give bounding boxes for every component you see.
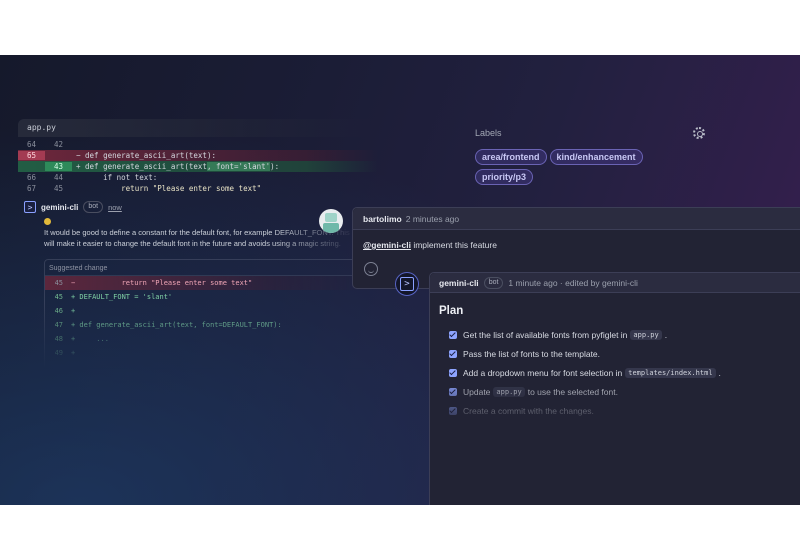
diff-lines: 64 42 65 − def generate_ascii_art(text):…	[18, 139, 378, 194]
new-line-number: 42	[53, 140, 64, 149]
task-text: Pass the list of fonts to the template.	[463, 348, 601, 359]
suggested-line: 47 + def generate_ascii_art(text, font=DE…	[45, 318, 374, 332]
line-number: 47	[54, 321, 63, 329]
line-number: 45	[54, 279, 63, 287]
changed-highlight: , font='slant'	[206, 162, 271, 171]
code-text: ):	[270, 162, 280, 171]
task-text: Get the list of available fonts from pyf…	[463, 329, 628, 340]
add-reaction-icon[interactable]	[364, 262, 378, 276]
old-line-number: 67	[26, 184, 37, 193]
checkbox-checked-icon[interactable]	[449, 368, 457, 377]
label-chip[interactable]: priority/p3	[475, 169, 534, 185]
plan-heading: Plan	[439, 305, 464, 317]
timestamp[interactable]: 2 minutes ago	[406, 214, 459, 224]
new-line-number: 43	[45, 162, 72, 171]
labels-panel: Labels area/frontend kind/enhancement pr…	[475, 125, 705, 185]
task-list: Get the list of available fonts from pyf…	[449, 325, 800, 420]
code: +	[71, 307, 76, 315]
task-item: Add a dropdown menu for font selection i…	[449, 363, 800, 382]
code: if not text:	[76, 173, 158, 182]
checkbox-checked-icon[interactable]	[449, 406, 457, 415]
comment-meta[interactable]: 1 minute ago · edited by gemini-cli	[508, 278, 637, 288]
suggested-line: 48 + ...	[45, 332, 374, 346]
checkbox-checked-icon[interactable]	[449, 387, 457, 396]
diff-line-deleted: 65 − def generate_ascii_art(text):	[18, 150, 378, 161]
task-text: to use the selected font.	[527, 386, 618, 397]
new-line-number: 44	[53, 173, 64, 182]
bot-badge: bot	[483, 276, 504, 289]
old-line-number: 65	[18, 151, 45, 160]
suggested-change-title: Suggested change	[45, 260, 374, 276]
inline-code: app.py	[630, 329, 662, 340]
comment-header: gemini-cli bot 1 minute ago · edited by …	[430, 273, 800, 293]
author-name[interactable]: gemini-cli	[439, 278, 479, 288]
hero-stage: app.py 64 42 65 − def generate_ascii_art…	[0, 55, 800, 505]
priority-emoji-icon	[44, 218, 51, 225]
inline-code: app.py	[493, 386, 525, 397]
code: + ...	[71, 335, 109, 343]
line-number: 48	[54, 335, 63, 343]
suggested-line: 46 +	[45, 304, 374, 318]
label-list: area/frontend kind/enhancement priority/…	[475, 149, 675, 185]
review-comment-text: It would be good to define a constant fo…	[44, 228, 350, 248]
checkbox-checked-icon[interactable]	[449, 330, 457, 339]
code: − def generate_ascii_art(text):	[72, 151, 216, 160]
author-name[interactable]: bartolimo	[363, 214, 402, 224]
diff-line-added: 43 + def generate_ascii_art(text, font='…	[18, 161, 378, 172]
line-number: 46	[54, 307, 63, 315]
label-chip[interactable]: area/frontend	[475, 149, 547, 165]
suggested-line: 45 + DEFAULT_FONT = 'slant'	[45, 290, 374, 304]
checkbox-checked-icon[interactable]	[449, 349, 457, 358]
task-item: Pass the list of fonts to the template.	[449, 344, 800, 363]
file-tab[interactable]: app.py	[18, 119, 378, 137]
mention-link[interactable]: @gemini-cli	[363, 240, 411, 250]
diff-panel: app.py 64 42 65 − def generate_ascii_art…	[18, 119, 378, 439]
line-number: 49	[54, 349, 63, 357]
old-line-number: 64	[26, 140, 37, 149]
code: − return "Please enter some text"	[71, 279, 253, 287]
terminal-prompt-icon: >	[400, 277, 414, 291]
code: +	[71, 349, 76, 357]
label-chip[interactable]: kind/enhancement	[549, 149, 643, 165]
old-line-number: 66	[26, 173, 37, 182]
gemini-cli-avatar[interactable]: >	[395, 272, 419, 296]
gemini-cli-avatar-icon[interactable]: >	[24, 201, 36, 213]
task-item: Get the list of available fonts from pyf…	[449, 325, 800, 344]
timestamp[interactable]: now	[108, 203, 122, 212]
suggested-line: 45 − return "Please enter some text"	[45, 276, 374, 290]
labels-title: Labels	[475, 128, 502, 138]
bot-plan-comment: gemini-cli bot 1 minute ago · edited by …	[429, 272, 800, 505]
diff-line: 66 44 if not text:	[18, 172, 378, 183]
code-text: def generate_ascii_art(text	[80, 162, 207, 171]
bot-badge: bot	[83, 201, 104, 213]
line-number: 45	[54, 293, 63, 301]
comment-text: implement this feature	[410, 240, 497, 250]
task-text: .	[718, 367, 721, 378]
code: + DEFAULT_FONT = 'slant'	[71, 293, 173, 301]
code-text: def generate_ascii_art(text):	[80, 151, 216, 160]
suggested-line: 49 +	[45, 346, 374, 360]
comment-body: @gemini-cli implement this feature	[353, 230, 800, 260]
diff-line: 64 42	[18, 139, 378, 150]
task-text: .	[664, 329, 668, 340]
gear-icon[interactable]	[693, 127, 705, 139]
labels-header: Labels	[475, 125, 705, 141]
suggested-change: Suggested change 45 − return "Please ente…	[44, 259, 374, 369]
task-text: Update	[463, 386, 491, 397]
diff-line: 67 45 return "Please enter some text"	[18, 183, 378, 194]
code: + def generate_ascii_art(text, font=DEFA…	[71, 321, 282, 329]
author-name[interactable]: gemini-cli	[41, 203, 78, 212]
task-item: Create a commit with the changes.	[449, 401, 800, 420]
new-line-number: 45	[53, 184, 64, 193]
code: + def generate_ascii_art(text, font='sla…	[72, 162, 279, 171]
task-item: Update app.py to use the selected font.	[449, 382, 800, 401]
inline-code: templates/index.html	[625, 367, 716, 378]
task-text: Add a dropdown menu for font selection i…	[463, 367, 623, 378]
comment-header: bartolimo 2 minutes ago	[353, 208, 800, 230]
task-text: Create a commit with the changes.	[463, 405, 594, 416]
code: return "Please enter some text"	[76, 184, 262, 193]
user-avatar[interactable]	[319, 209, 343, 233]
